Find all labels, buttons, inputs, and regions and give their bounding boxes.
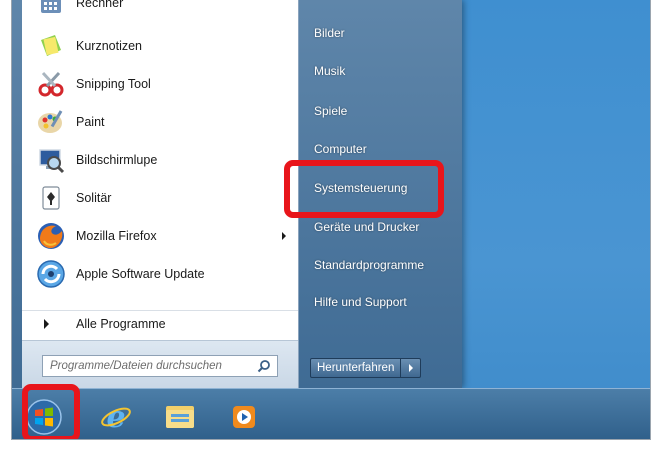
program-label: Snipping Tool [76,77,151,91]
sticky-notes-icon [36,31,66,61]
highlight-start-button [22,384,80,439]
highlight-systemsteuerung [284,160,444,218]
right-item-hilfe-und-support[interactable]: Hilfe und Support [306,288,456,316]
search-input[interactable]: Programme/Dateien durchsuchen [42,355,278,377]
program-item-rechner[interactable]: Rechner [22,0,298,22]
program-label: Paint [76,115,105,129]
firefox-icon [36,221,66,251]
program-label: Solitär [76,191,112,205]
screen-frame: Rechner Kurznotizen Snipping Tool Paint [11,0,651,440]
program-item-kurznotizen[interactable]: Kurznotizen [22,27,298,65]
taskbar-internet-explorer[interactable]: e [96,397,136,437]
right-item-spiele[interactable]: Spiele [306,97,456,125]
all-programs-label: Alle Programme [76,317,166,331]
internet-explorer-icon: e [101,400,131,434]
taskbar-explorer[interactable] [160,397,200,437]
program-label: Kurznotizen [76,39,143,53]
calculator-icon [36,0,66,18]
cards-icon [36,183,66,213]
search-placeholder: Programme/Dateien durchsuchen [50,360,222,372]
programs-pane: Rechner Kurznotizen Snipping Tool Paint [22,0,299,389]
triangle-right-icon [44,319,49,329]
program-item-snipping-tool[interactable]: Snipping Tool [22,65,298,103]
program-item-paint[interactable]: Paint [22,103,298,141]
media-player-icon [233,406,255,428]
all-programs-button[interactable]: Alle Programme [22,310,298,337]
program-label: Rechner [76,0,124,10]
right-item-computer[interactable]: Computer [306,135,456,163]
apple-update-icon [36,259,66,289]
triangle-right-icon [408,364,413,372]
folder-icon [166,406,194,428]
search-area: Programme/Dateien durchsuchen [22,340,298,389]
right-item-musik[interactable]: Musik [306,57,456,85]
magnifier-icon [36,145,66,175]
paint-palette-icon [36,107,66,137]
taskbar: e [12,388,650,439]
scissors-icon [36,69,66,99]
right-item-bilder[interactable]: Bilder [306,19,456,47]
program-label: Mozilla Firefox [76,229,157,243]
program-item-apple-software-update[interactable]: Apple Software Update [22,255,298,293]
submenu-arrow-icon[interactable] [282,232,286,240]
svg-text:e: e [106,400,125,434]
program-label: Bildschirmlupe [76,153,158,167]
program-item-bildschirmlupe[interactable]: Bildschirmlupe [22,141,298,179]
search-icon[interactable] [257,359,271,373]
program-item-firefox[interactable]: Mozilla Firefox [22,217,298,255]
shutdown-button[interactable]: Herunterfahren [310,358,402,378]
program-label: Apple Software Update [76,267,205,281]
shutdown-group: Herunterfahren [310,358,422,378]
right-item-standardprogramme[interactable]: Standardprogramme [306,251,456,279]
shutdown-options-button[interactable] [401,358,422,378]
taskbar-media-player[interactable] [224,397,264,437]
program-item-solitaer[interactable]: Solitär [22,179,298,217]
